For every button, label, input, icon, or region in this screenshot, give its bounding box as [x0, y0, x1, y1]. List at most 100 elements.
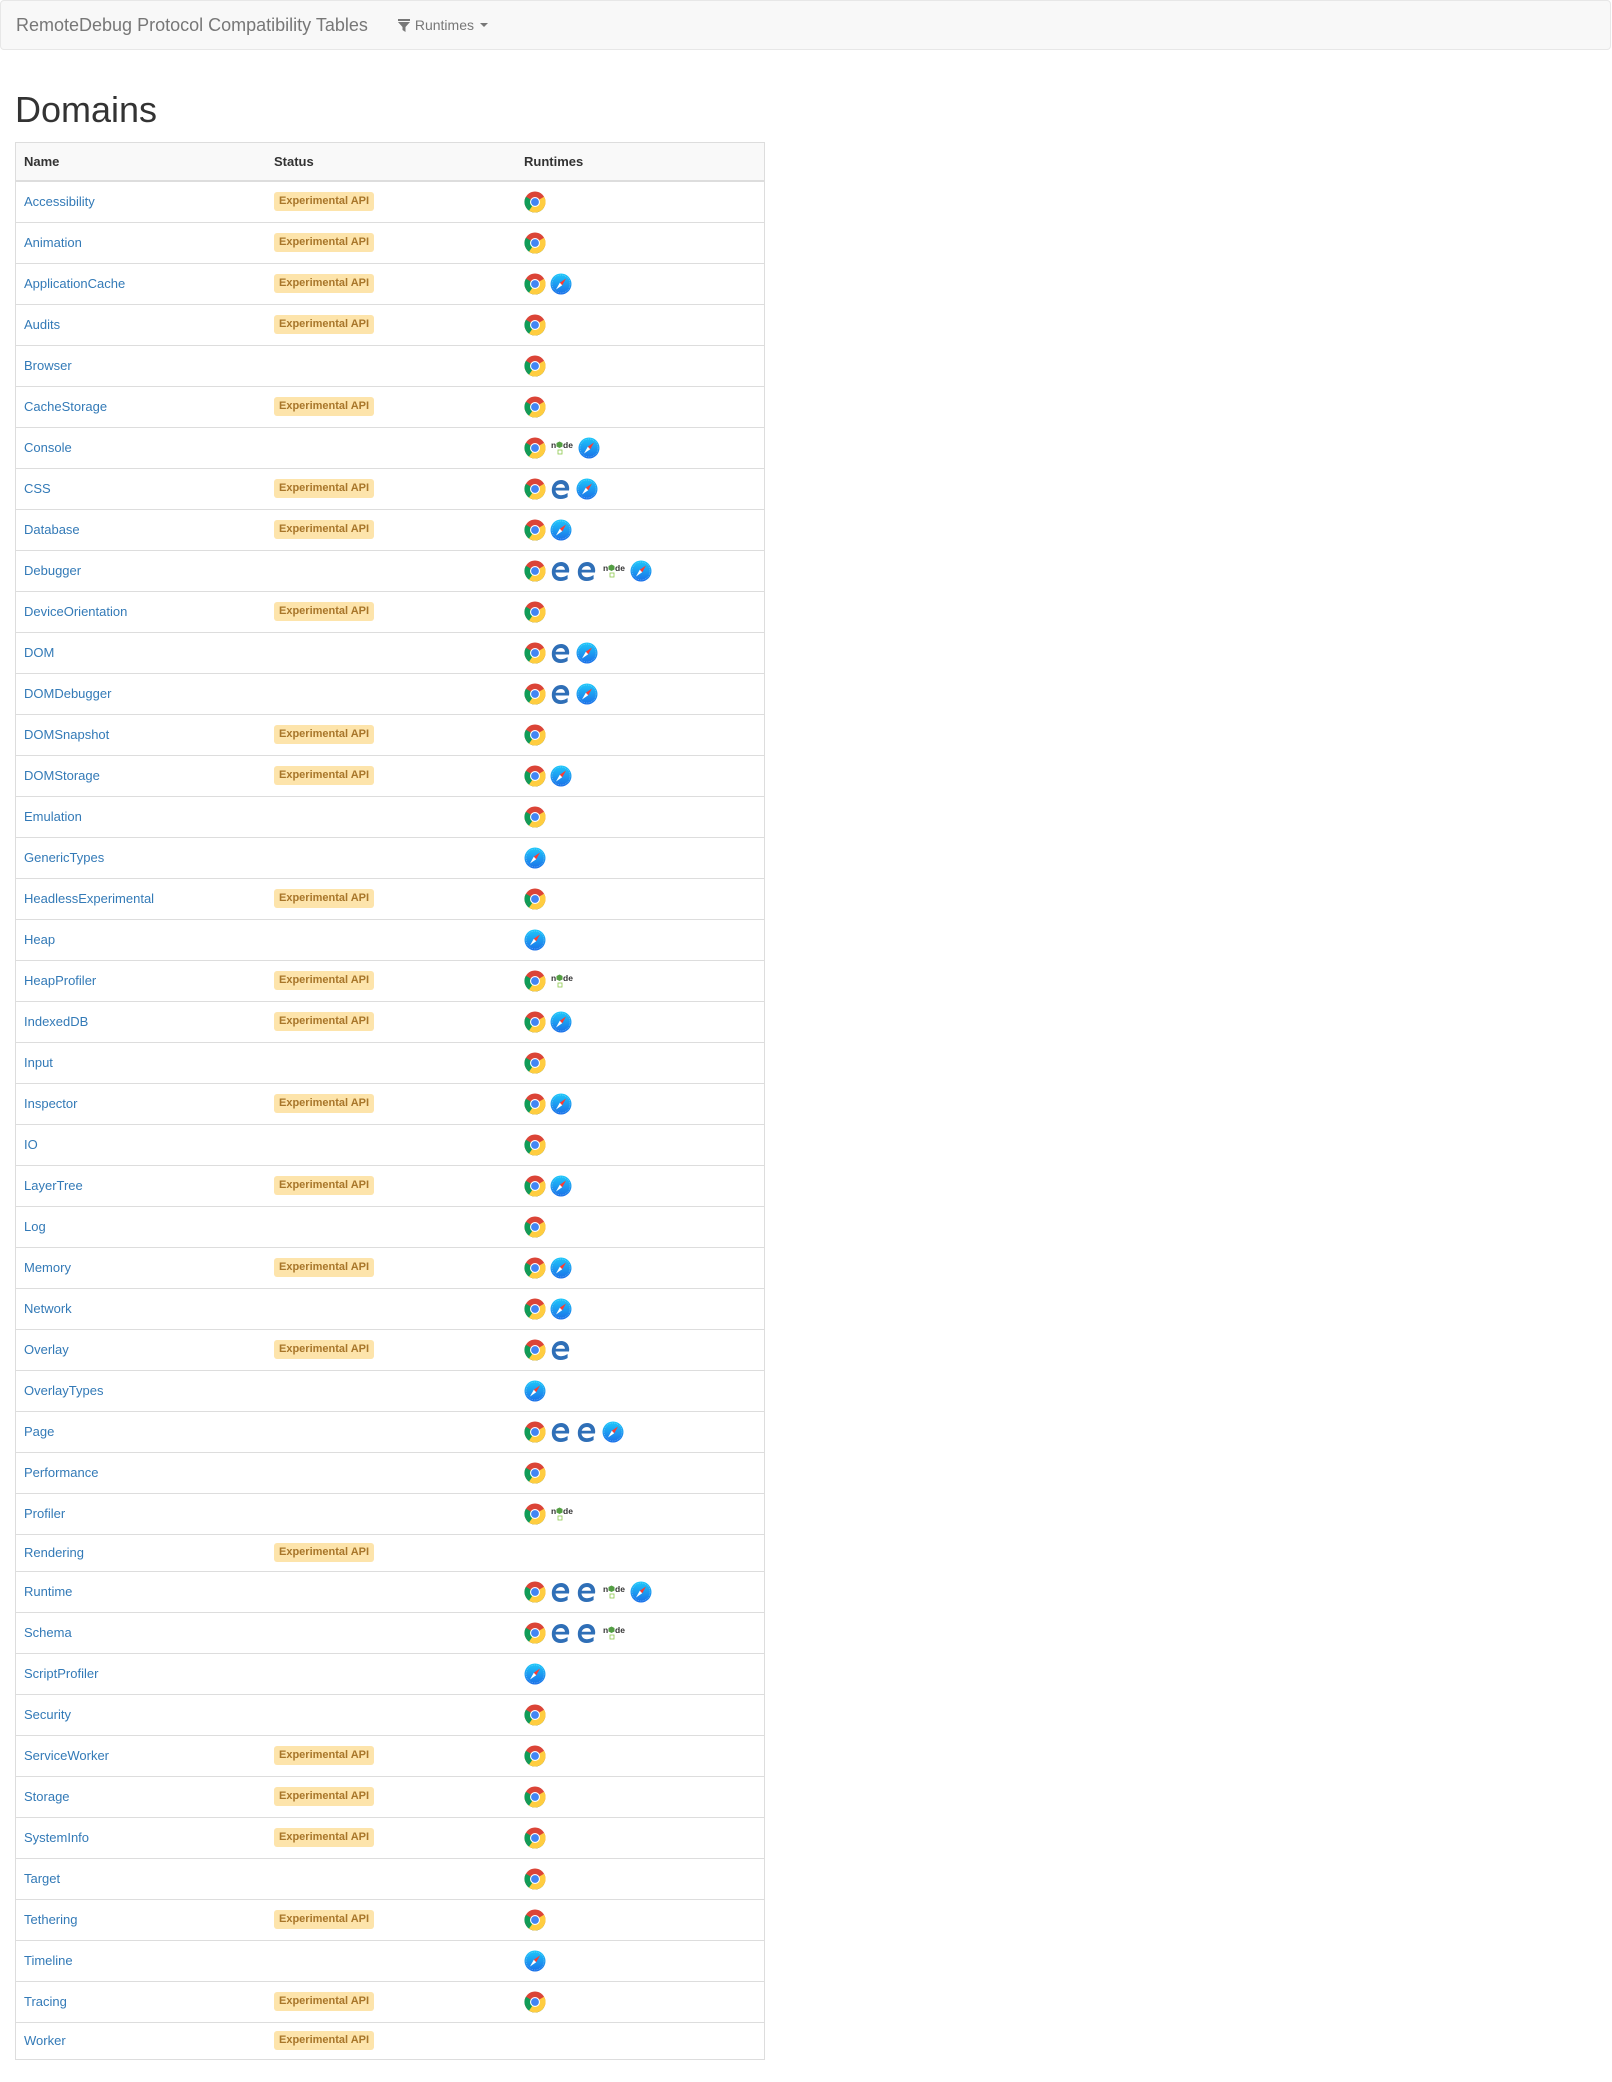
domain-link[interactable]: Worker: [24, 2033, 66, 2048]
domain-link[interactable]: DOMSnapshot: [24, 727, 109, 742]
table-row: Inspector Experimental API: [15, 1082, 765, 1125]
runtime-icons: [524, 396, 756, 418]
status-cell: Experimental API: [266, 1980, 516, 2023]
domain-link[interactable]: Rendering: [24, 1545, 84, 1560]
domain-link[interactable]: HeapProfiler: [24, 973, 96, 988]
domain-link[interactable]: ScriptProfiler: [24, 1666, 98, 1681]
runtimes-dropdown[interactable]: Runtimes: [397, 17, 488, 33]
table-row: OverlayTypes: [15, 1369, 765, 1412]
domain-name-cell: DOM: [15, 631, 266, 674]
runtime-icons: [524, 191, 756, 213]
domain-link[interactable]: Log: [24, 1219, 46, 1234]
runtimes-cell: [516, 672, 765, 715]
runtimes-cell: [516, 1857, 765, 1900]
domain-link[interactable]: Accessibility: [24, 194, 95, 209]
domain-name-cell: ScriptProfiler: [15, 1652, 266, 1695]
domain-link[interactable]: Audits: [24, 317, 60, 332]
runtimes-cell: [516, 795, 765, 838]
domain-link[interactable]: CacheStorage: [24, 399, 107, 414]
domain-link[interactable]: Performance: [24, 1465, 98, 1480]
chrome-icon: [524, 437, 546, 459]
runtime-icons: [524, 1298, 756, 1320]
chrome-icon: [524, 396, 546, 418]
domain-link[interactable]: IndexedDB: [24, 1014, 88, 1029]
status-cell: [266, 836, 516, 879]
domain-name-cell: Overlay: [15, 1328, 266, 1371]
brand-link[interactable]: RemoteDebug Protocol Compatibility Table…: [1, 15, 368, 35]
domain-link[interactable]: Inspector: [24, 1096, 77, 1111]
domain-link[interactable]: Network: [24, 1301, 72, 1316]
domain-link[interactable]: Overlay: [24, 1342, 69, 1357]
domain-link[interactable]: DeviceOrientation: [24, 604, 127, 619]
runtime-icons: [524, 1991, 756, 2013]
chrome-icon: [524, 1704, 546, 1726]
runtimes-cell: [516, 1939, 765, 1982]
runtime-icons: [524, 1134, 756, 1156]
domain-link[interactable]: DOMDebugger: [24, 686, 111, 701]
domain-link[interactable]: CSS: [24, 481, 51, 496]
domain-link[interactable]: Browser: [24, 358, 72, 373]
chrome-icon: [524, 478, 546, 500]
domain-link[interactable]: Debugger: [24, 563, 81, 578]
domain-link[interactable]: Storage: [24, 1789, 70, 1804]
domain-link[interactable]: Emulation: [24, 809, 82, 824]
domain-link[interactable]: Animation: [24, 235, 82, 250]
domain-link[interactable]: Schema: [24, 1625, 72, 1640]
table-row: ApplicationCache Experimental API: [15, 262, 765, 305]
edge-icon: [550, 478, 572, 500]
domain-link[interactable]: Database: [24, 522, 80, 537]
status-cell: Experimental API: [266, 467, 516, 510]
domain-link[interactable]: Console: [24, 440, 72, 455]
domain-link[interactable]: SystemInfo: [24, 1830, 89, 1845]
status-cell: [266, 672, 516, 715]
status-cell: [266, 1410, 516, 1453]
edge-icon: [576, 1581, 598, 1603]
domain-link[interactable]: IO: [24, 1137, 38, 1152]
domain-link[interactable]: Runtime: [24, 1584, 72, 1599]
safari-icon: [550, 1093, 572, 1115]
safari-icon: [576, 478, 598, 500]
domain-link[interactable]: HeadlessExperimental: [24, 891, 154, 906]
chrome-icon: [524, 1175, 546, 1197]
domain-link[interactable]: Profiler: [24, 1506, 65, 1521]
domain-link[interactable]: Input: [24, 1055, 53, 1070]
runtimes-dropdown-label: Runtimes: [414, 17, 474, 33]
table-row: Memory Experimental API: [15, 1246, 765, 1289]
runtime-icons: n de: [524, 1581, 756, 1603]
domain-link[interactable]: GenericTypes: [24, 850, 104, 865]
domain-link[interactable]: DOM: [24, 645, 54, 660]
domain-link[interactable]: Heap: [24, 932, 55, 947]
domain-link[interactable]: Security: [24, 1707, 71, 1722]
table-row: HeapProfiler Experimental API n de: [15, 959, 765, 1002]
domain-link[interactable]: Memory: [24, 1260, 71, 1275]
status-badge: Experimental API: [274, 315, 375, 335]
table-row: DOMSnapshot Experimental API: [15, 713, 765, 756]
domain-link[interactable]: Timeline: [24, 1953, 73, 1968]
runtime-icons: [524, 1704, 756, 1726]
status-cell: [266, 1611, 516, 1654]
table-row: Console n de: [15, 426, 765, 469]
edge-icon: [576, 560, 598, 582]
table-row: Runtime n de: [15, 1570, 765, 1613]
domain-link[interactable]: ApplicationCache: [24, 276, 125, 291]
status-badge: Experimental API: [274, 520, 375, 540]
domain-link[interactable]: ServiceWorker: [24, 1748, 109, 1763]
domain-link[interactable]: OverlayTypes: [24, 1383, 103, 1398]
domain-link[interactable]: Page: [24, 1424, 54, 1439]
safari-icon: [524, 1380, 546, 1402]
domain-link[interactable]: Tethering: [24, 1912, 77, 1927]
safari-icon: [550, 273, 572, 295]
domain-link[interactable]: Target: [24, 1871, 60, 1886]
domain-link[interactable]: LayerTree: [24, 1178, 83, 1193]
domain-link[interactable]: DOMStorage: [24, 768, 100, 783]
runtime-icons: [524, 888, 756, 910]
status-cell: Experimental API: [266, 1082, 516, 1125]
chrome-icon: [524, 1827, 546, 1849]
chrome-icon: [524, 314, 546, 336]
table-row: Browser: [15, 344, 765, 387]
svg-text:de: de: [615, 1625, 625, 1635]
table-row: Storage Experimental API: [15, 1775, 765, 1818]
chrome-icon: [524, 519, 546, 541]
domain-name-cell: Input: [15, 1041, 266, 1084]
domain-link[interactable]: Tracing: [24, 1994, 67, 2009]
